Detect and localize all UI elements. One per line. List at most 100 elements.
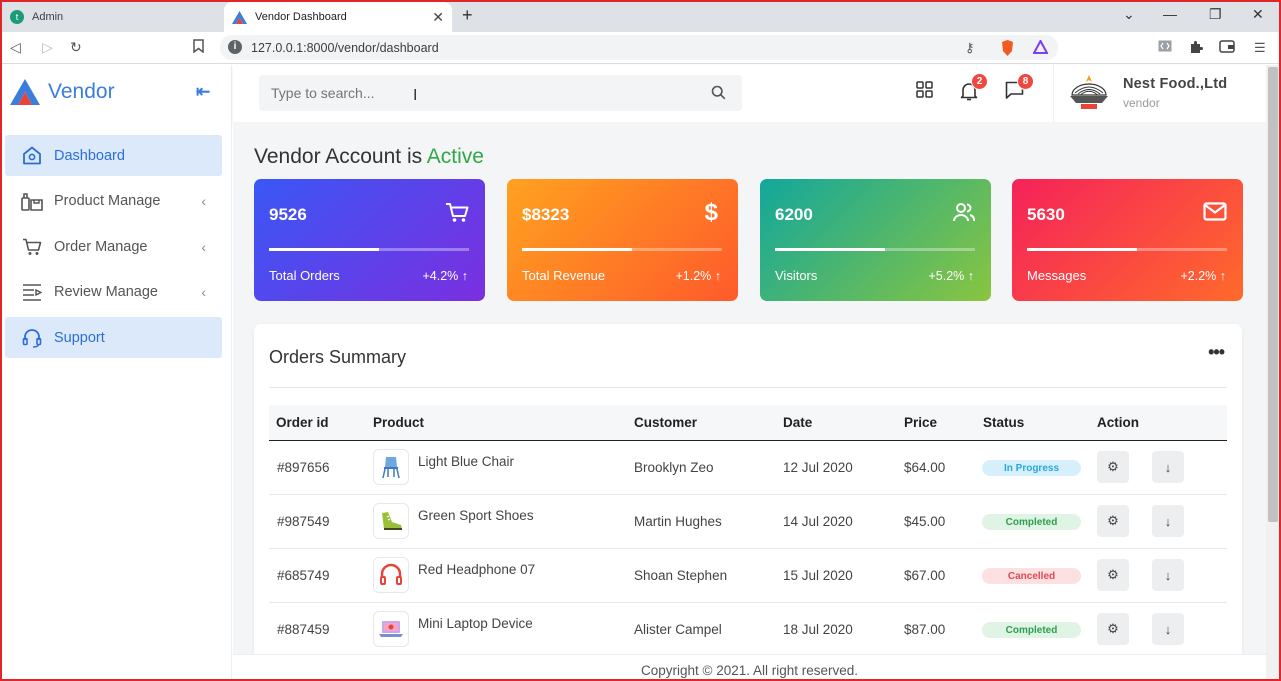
cart-icon [20,238,44,256]
vendor-logo-icon[interactable] [1068,73,1110,111]
customer-name: Shoan Stephen [634,568,728,583]
stat-label: Visitors [775,268,818,283]
stat-progress [775,248,975,251]
extension-code-icon[interactable] [1158,40,1172,55]
stat-card-total-orders[interactable]: 9526 Total Orders +4.2% ↑ [254,179,485,301]
stat-card-messages[interactable]: 5630 Messages +2.2% ↑ [1012,179,1243,301]
brand[interactable]: Vendor [10,79,115,105]
divider [269,387,1227,388]
table-row[interactable]: #987549 Green Sport Shoes Martin Hughes … [269,495,1227,549]
browser-tab-admin[interactable]: t Admin [4,2,219,32]
page-title: Vendor Account is Active [254,145,484,169]
sidebar-item-label: Support [54,329,105,346]
download-button[interactable]: ↓ [1152,505,1184,537]
key-icon[interactable]: ⚷ [965,40,975,56]
product-name[interactable]: Red Headphone 07 [418,562,535,577]
tab-search-chevron-icon[interactable]: ⌄ [1123,6,1135,23]
download-button[interactable]: ↓ [1152,559,1184,591]
stat-progress [1027,248,1227,251]
stat-change: +2.2% ↑ [1180,269,1226,283]
brand-name: Vendor [48,80,115,103]
search-input[interactable] [259,75,699,111]
new-tab-icon[interactable]: + [462,5,473,26]
collapse-sidebar-icon[interactable]: ⇤ [196,82,210,102]
status-badge: In Progress [982,460,1081,476]
settings-button[interactable]: ⚙ [1097,613,1129,645]
dollar-icon: $ [704,199,718,226]
column-header: Order id [276,415,329,430]
sidebar-item-support[interactable]: Support [5,317,222,358]
window-close-icon[interactable]: ✕ [1252,6,1264,23]
settings-button[interactable]: ⚙ [1097,505,1129,537]
brave-rewards-icon[interactable] [1032,38,1049,57]
wallet-icon[interactable] [1219,40,1235,56]
stat-progress [269,248,469,251]
page-scrollbar[interactable] [1266,65,1280,681]
column-header: Status [983,415,1025,430]
chevron-left-icon: ‹ [201,283,206,300]
chevron-left-icon: ‹ [201,238,206,255]
reload-icon[interactable]: ↻ [70,39,82,56]
headphone-thumbnail-icon [373,557,409,593]
download-button[interactable]: ↓ [1152,613,1184,645]
notification-bell-icon[interactable]: 2 [960,73,988,106]
arrow-down-icon: ↓ [1164,621,1172,637]
search-box [259,75,742,111]
download-button[interactable]: ↓ [1152,451,1184,483]
stat-label: Total Revenue [522,268,606,283]
sidebar: Vendor ⇤ Dashboard Product Manage ‹ Orde… [0,65,232,681]
apps-grid-icon[interactable] [916,81,933,103]
column-header: Date [783,415,813,430]
gear-icon: ⚙ [1107,621,1119,636]
sidebar-item-dashboard[interactable]: Dashboard [5,135,222,176]
table-row[interactable]: #897656 Light Blue Chair Brooklyn Zeo 12… [269,441,1227,495]
close-tab-icon[interactable]: ✕ [432,9,444,26]
table-row[interactable]: #887459 Mini Laptop Device Alister Campe… [269,603,1227,657]
product-name[interactable]: Mini Laptop Device [418,616,533,631]
browser-tab-vendor-dashboard[interactable]: Vendor Dashboard ✕ [224,2,452,32]
browser-menu-icon[interactable]: ☰ [1254,40,1266,56]
order-id: #987549 [277,514,330,529]
sidebar-item-label: Review Manage [54,283,158,300]
sidebar-item-review-manage[interactable]: Review Manage ‹ [5,271,222,312]
stat-card-visitors[interactable]: 6200 Visitors +5.2% ↑ [760,179,991,301]
column-header: Price [904,415,938,430]
product-name[interactable]: Light Blue Chair [418,454,514,469]
maximize-icon[interactable]: ❐ [1209,6,1222,23]
user-name[interactable]: Nest Food.,Ltd [1123,76,1227,92]
order-date: 12 Jul 2020 [783,460,853,475]
customer-name: Martin Hughes [634,514,722,529]
settings-button[interactable]: ⚙ [1097,559,1129,591]
scrollbar-thumb[interactable] [1268,67,1278,522]
table-row[interactable]: #685749 Red Headphone 07 Shoan Stephen 1… [269,549,1227,603]
stat-card-total-revenue[interactable]: $8323 $ Total Revenue +1.2% ↑ [507,179,738,301]
back-icon[interactable]: ◁ [10,39,21,56]
more-options-icon[interactable]: ••• [1208,342,1225,363]
product-name[interactable]: Green Sport Shoes [418,508,534,523]
bookmark-icon[interactable] [193,39,204,56]
forward-icon[interactable]: ▷ [42,39,53,56]
status-badge: Cancelled [982,568,1081,584]
site-info-icon[interactable]: i [228,40,242,54]
topbar: I 2 8 Nest Food.,Ltd vendor [233,65,1266,122]
minimize-icon[interactable]: — [1163,6,1177,22]
settings-button[interactable]: ⚙ [1097,451,1129,483]
brave-shield-icon[interactable] [1000,40,1015,59]
sidebar-item-order-manage[interactable]: Order Manage ‹ [5,226,222,267]
search-icon[interactable] [711,85,726,105]
chair-thumbnail-icon [373,449,409,485]
status-badge: Completed [982,622,1081,638]
table-header: Order id Product Customer Date Price Sta… [269,405,1227,441]
product-icon [20,191,44,211]
stat-label: Total Orders [269,268,340,283]
url-text[interactable]: 127.0.0.1:8000/vendor/dashboard [251,41,439,55]
extensions-puzzle-icon[interactable] [1189,40,1203,57]
sidebar-item-product-manage[interactable]: Product Manage ‹ [5,180,222,221]
omnibox[interactable]: i 127.0.0.1:8000/vendor/dashboard ⚷ [220,35,1058,60]
messages-icon[interactable]: 8 [1005,73,1034,105]
main-content: Vendor Account is Active 9526 Total Orde… [233,122,1266,681]
stat-progress-fill [522,248,632,251]
stat-value: 6200 [775,205,813,224]
order-price: $45.00 [904,514,946,529]
stat-value: $8323 [522,205,570,224]
